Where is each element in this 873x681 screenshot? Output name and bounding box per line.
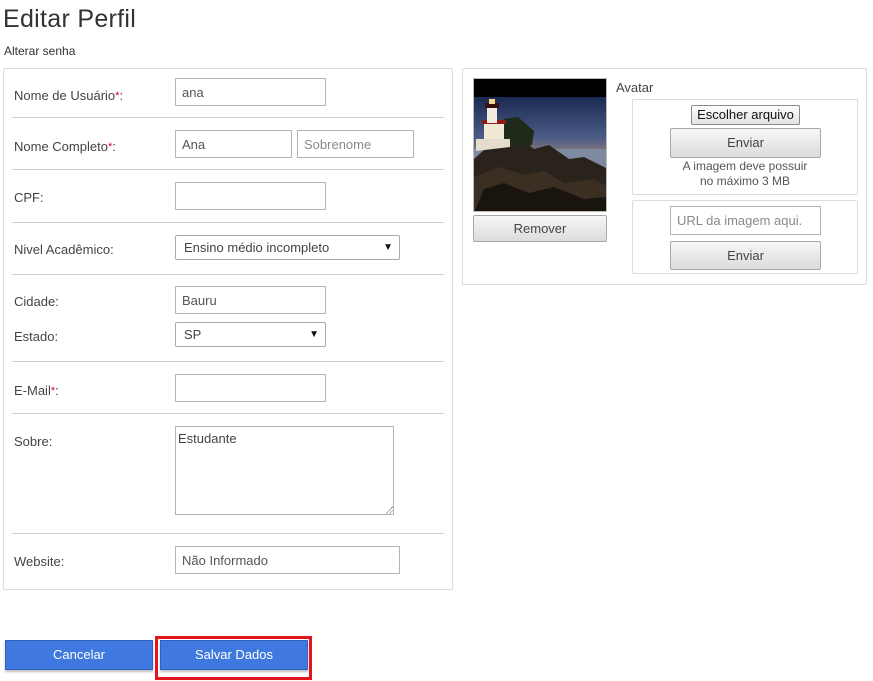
about-textarea[interactable]: Estudante [175, 426, 394, 515]
page-title: Editar Perfil [3, 5, 137, 33]
upload-send-button[interactable]: Enviar [670, 128, 821, 158]
email-input[interactable] [175, 374, 326, 402]
academic-level-label: Nivel Acadêmico: [14, 242, 114, 257]
url-upload-box: Enviar [632, 200, 858, 274]
academic-level-select[interactable]: Ensino médio incompleto ▼ [175, 235, 400, 260]
divider [12, 533, 444, 534]
website-label: Website: [14, 554, 65, 569]
divider [12, 361, 444, 362]
username-label: Nome de Usuário*: [14, 88, 124, 103]
city-input[interactable] [175, 286, 326, 314]
resize-grip-icon[interactable] [385, 506, 393, 514]
choose-file-button[interactable]: Escolher arquivo [691, 105, 800, 125]
username-input[interactable] [175, 78, 326, 106]
avatar-label: Avatar [616, 80, 654, 95]
image-url-input[interactable] [670, 206, 821, 235]
avatar-image [473, 78, 607, 212]
avatar-panel: Remover Avatar Escolher arquivo Enviar A… [462, 68, 867, 285]
city-label: Cidade: [14, 294, 59, 309]
divider [12, 222, 444, 223]
email-label: E-Mail*: [14, 383, 59, 398]
remove-avatar-button[interactable]: Remover [473, 215, 607, 242]
file-upload-box: Escolher arquivo Enviar A imagem deve po… [632, 99, 858, 195]
size-note: A imagem deve possuir no máximo 3 MB [682, 159, 808, 188]
academic-level-value: Ensino médio incompleto [184, 240, 330, 255]
dropdown-arrow-icon: ▼ [309, 329, 319, 340]
full-name-label: Nome Completo*: [14, 139, 116, 154]
dropdown-arrow-icon: ▼ [383, 242, 393, 253]
change-password-link[interactable]: Alterar senha [4, 43, 75, 59]
first-name-input[interactable] [175, 130, 292, 158]
cpf-input[interactable] [175, 182, 326, 210]
divider [12, 274, 444, 275]
cancel-button[interactable]: Cancelar [5, 640, 153, 670]
url-send-button[interactable]: Enviar [670, 241, 821, 270]
about-label: Sobre: [14, 434, 53, 449]
divider [12, 169, 444, 170]
state-select[interactable]: SP ▼ [175, 322, 326, 347]
profile-form-panel: Nome de Usuário*: Nome Completo*: CPF: N… [3, 68, 453, 590]
lighthouse-photo [474, 79, 606, 211]
last-name-input[interactable] [297, 130, 414, 158]
website-input[interactable] [175, 546, 400, 574]
divider [12, 117, 444, 118]
save-button[interactable]: Salvar Dados [160, 640, 308, 670]
state-value: SP [184, 327, 202, 342]
state-label: Estado: [14, 329, 59, 344]
cpf-label: CPF: [14, 190, 44, 205]
divider [12, 413, 444, 414]
about-textarea-wrap: Estudante [175, 426, 394, 515]
